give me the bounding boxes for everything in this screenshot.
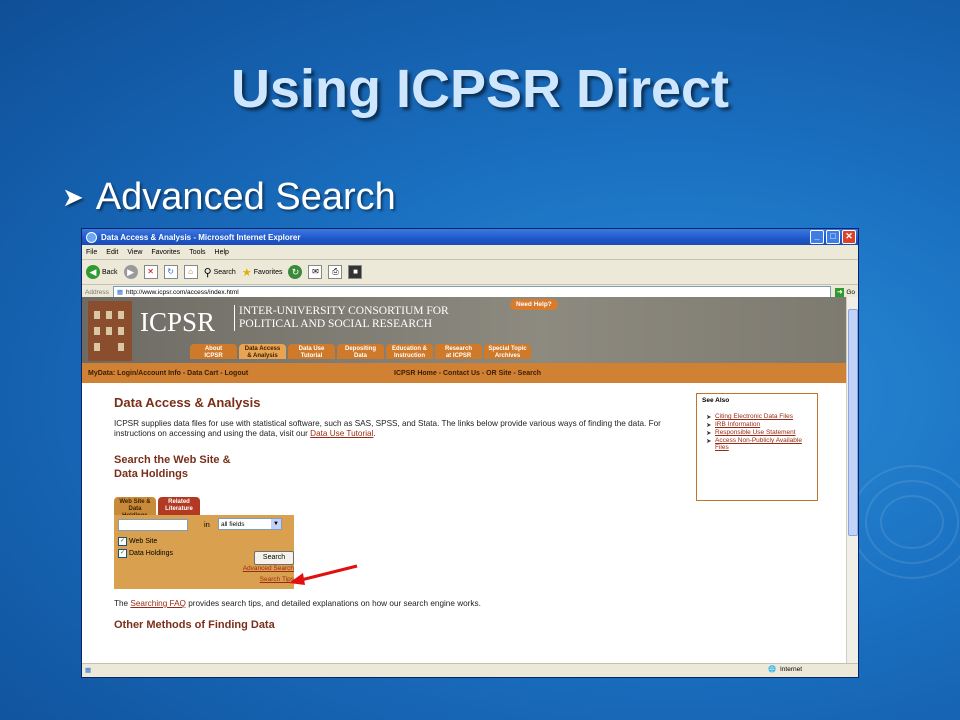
nav-tab-data-use[interactable]: Data Use Tutorial: [288, 344, 335, 359]
search-input[interactable]: [118, 519, 188, 531]
other-methods-heading: Other Methods of Finding Data: [114, 619, 275, 631]
site-header: ICPSR INTER-UNIVERSITY CONSORTIUM FOR PO…: [82, 297, 848, 363]
see-also-link[interactable]: ➤ Access Non-Publicly Available Files: [706, 437, 817, 451]
address-url: http://www.icpsr.com/access/index.html: [126, 288, 239, 296]
web-site-checkbox[interactable]: ✓ Web Site: [118, 537, 157, 546]
nav-tab-about[interactable]: About ICPSR: [190, 344, 237, 359]
back-arrow-icon: ◀: [86, 265, 100, 279]
see-also-link[interactable]: ➤ Citing Electronic Data Files: [706, 413, 817, 421]
data-use-tutorial-link[interactable]: Data Use Tutorial: [310, 429, 373, 438]
page-viewport: ICPSR INTER-UNIVERSITY CONSORTIUM FOR PO…: [82, 297, 848, 666]
menu-bar: File Edit View Favorites Tools Help: [82, 245, 858, 260]
home-contact-links[interactable]: ICPSR Home - Contact Us - OR Site - Sear…: [394, 370, 541, 377]
window-titlebar[interactable]: Data Access & Analysis - Microsoft Inter…: [82, 229, 858, 245]
search-icon: ⚲: [203, 266, 212, 279]
nav-tab-special-topic[interactable]: Special Topic Archives: [484, 344, 531, 359]
menu-help[interactable]: Help: [215, 249, 229, 256]
nav-tab-depositing[interactable]: Depositing Data: [337, 344, 384, 359]
site-logo-subtitle: INTER-UNIVERSITY CONSORTIUM FOR POLITICA…: [234, 305, 449, 331]
nav-tab-education[interactable]: Education & Instruction: [386, 344, 433, 359]
tab-web-site-data-holdings[interactable]: Web Site &Data Holdings: [114, 497, 156, 519]
ripple: [850, 465, 960, 579]
bullet-arrow-icon: ➤: [62, 182, 84, 212]
search-in-label: in: [204, 520, 210, 529]
see-also-link[interactable]: ➤ Responsible Use Statement: [706, 429, 817, 437]
home-icon[interactable]: ⌂: [183, 265, 198, 279]
history-icon[interactable]: ↻: [288, 265, 303, 279]
globe-icon: 🌐: [768, 666, 777, 673]
mydata-links[interactable]: MyData: Login/Account Info - Data Cart -…: [88, 370, 248, 377]
nav-tab-data-access[interactable]: Data Access & Analysis: [239, 344, 286, 359]
need-help-button[interactable]: Need Help?: [510, 299, 558, 310]
menu-file[interactable]: File: [86, 249, 97, 256]
maximize-button[interactable]: □: [826, 230, 840, 244]
browser-window: Data Access & Analysis - Microsoft Inter…: [81, 228, 859, 678]
searching-faq-link[interactable]: Searching FAQ: [130, 599, 186, 608]
window-title: Data Access & Analysis - Microsoft Inter…: [101, 232, 301, 242]
site-utility-bar: MyData: Login/Account Info - Data Cart -…: [82, 363, 848, 383]
search-heading: Search the Web Site & Data Holdings: [114, 454, 231, 480]
stop-icon[interactable]: ✕: [143, 265, 158, 279]
vertical-scrollbar[interactable]: [846, 297, 858, 666]
scrollbar-thumb[interactable]: [848, 309, 858, 536]
see-also-title: See Also: [702, 397, 730, 404]
bullet-item: ➤ Advanced Search: [62, 176, 396, 219]
search-box: in all fields ▼ ✓ Web Site ✓ Data Holdin…: [114, 515, 294, 589]
edit-icon[interactable]: ■: [348, 265, 363, 279]
page-heading: Data Access & Analysis: [114, 395, 261, 410]
data-holdings-checkbox[interactable]: ✓ Data Holdings: [118, 549, 173, 558]
search-tabs: Web Site &Data Holdings RelatedLiteratur…: [114, 497, 200, 519]
star-icon: ★: [241, 266, 252, 279]
faq-text: The Searching FAQ provides search tips, …: [114, 599, 481, 608]
tab-related-literature[interactable]: Related Literature: [158, 497, 200, 515]
address-label: Address: [85, 288, 109, 296]
slide-title: Using ICPSR Direct: [230, 59, 730, 119]
menu-edit[interactable]: Edit: [106, 249, 118, 256]
see-also-box: See Also ➤ Citing Electronic Data Files ➤…: [696, 393, 818, 501]
status-zone: Internet: [780, 666, 803, 673]
ie-icon: [86, 231, 97, 243]
nav-tab-research[interactable]: Research at ICPSR: [435, 344, 482, 359]
forward-button[interactable]: ▶: [123, 265, 138, 279]
bullet-text: Advanced Search: [95, 176, 396, 218]
page-status-icon: ▦: [85, 667, 92, 674]
minimize-button[interactable]: _: [810, 230, 824, 244]
check-icon: ✓: [118, 549, 127, 558]
check-icon: ✓: [118, 537, 127, 546]
site-logo[interactable]: ICPSR: [140, 307, 215, 338]
menu-tools[interactable]: Tools: [189, 249, 205, 256]
annotation-arrow-icon: [289, 564, 358, 585]
intro-text: ICPSR supplies data files for use with s…: [114, 419, 661, 438]
go-button[interactable]: Go: [846, 289, 855, 296]
site-nav: About ICPSR Data Access & Analysis Data Us…: [190, 344, 531, 359]
mail-icon[interactable]: ✉: [308, 265, 323, 279]
chevron-down-icon: ▼: [271, 519, 281, 529]
browser-toolbar: ◀ Back ▶ ✕ ↻ ⌂ ⚲ Search ★ Favorites ↻ ✉ …: [82, 260, 858, 285]
menu-view[interactable]: View: [127, 249, 142, 256]
favorites-button[interactable]: ★ Favorites: [242, 266, 283, 279]
go-arrow-icon[interactable]: ➜: [835, 287, 845, 297]
refresh-icon[interactable]: ↻: [163, 265, 178, 279]
back-button[interactable]: ◀ Back: [86, 265, 118, 279]
field-select[interactable]: all fields ▼: [218, 518, 282, 530]
status-bar: ▦ 🌐 Internet: [82, 663, 858, 677]
search-button[interactable]: ⚲ Search: [204, 266, 236, 279]
close-button[interactable]: ✕: [842, 230, 856, 244]
menu-favorites[interactable]: Favorites: [151, 249, 180, 256]
page-icon: ▦: [116, 289, 124, 296]
print-icon[interactable]: ⎙: [328, 265, 343, 279]
see-also-link[interactable]: ➤ IRB Information: [706, 421, 817, 429]
building-image: [88, 301, 132, 361]
